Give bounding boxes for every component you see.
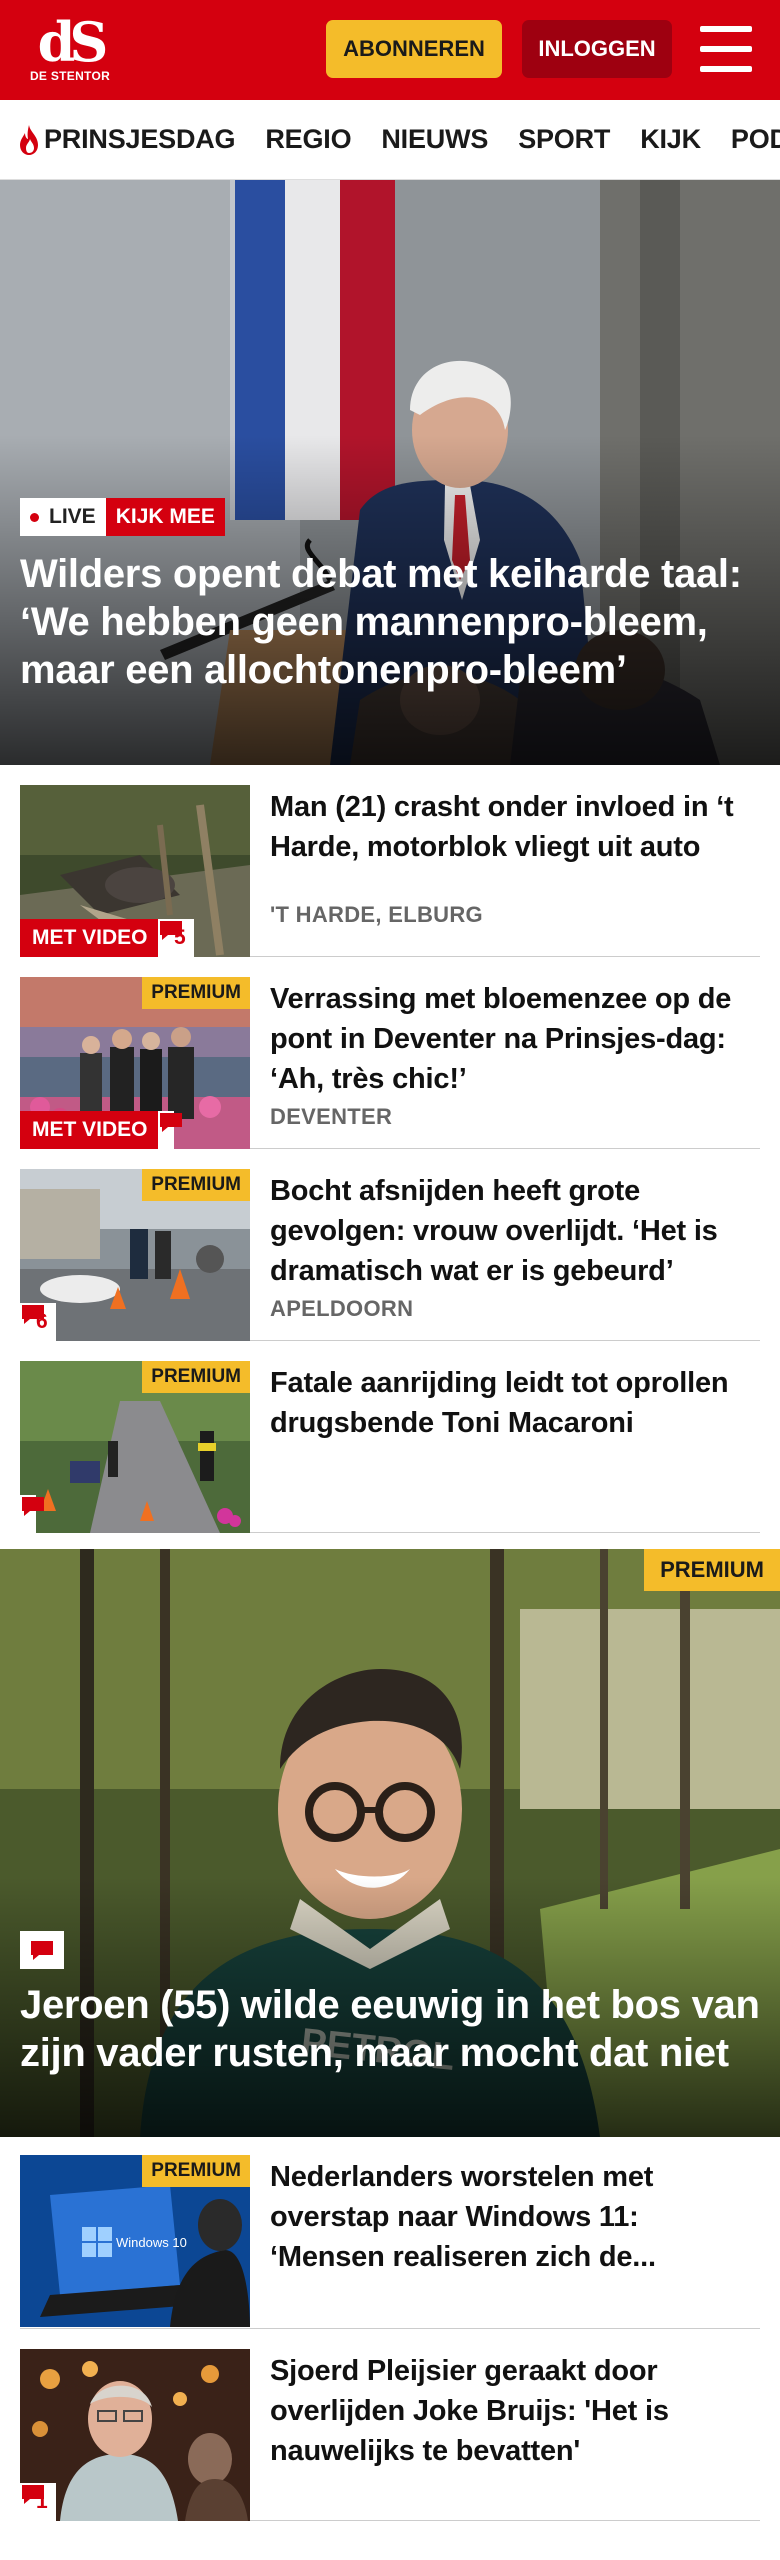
premium-badge: PREMIUM bbox=[142, 1169, 250, 1201]
comment-count-badge[interactable] bbox=[20, 1495, 44, 1533]
video-badge: MET VIDEO bbox=[20, 919, 160, 957]
flame-icon bbox=[20, 124, 38, 155]
nav-item-prinsjesdag[interactable]: PRINSJESDAG bbox=[18, 124, 236, 156]
comment-count-badge[interactable]: 1 bbox=[20, 2483, 56, 2521]
article-title[interactable]: Verrassing met bloemenzee op de pont in … bbox=[270, 979, 760, 1099]
hero-article[interactable]: LIVE KIJK MEE Wilders opent debat met ke… bbox=[0, 180, 780, 765]
premium-badge: PREMIUM bbox=[644, 1549, 780, 1591]
article-title[interactable]: Bocht afsnijden heeft grote gevolgen: vr… bbox=[270, 1171, 760, 1291]
list-item[interactable]: Windows 10 PREMIUM Nederlanders worstele… bbox=[20, 2137, 760, 2329]
feature-article[interactable]: PETROL PREMIUM Jeroen (55) wilde eeuwig … bbox=[0, 1549, 780, 2137]
logo-subtitle: DE STENTOR bbox=[29, 69, 111, 83]
article-title[interactable]: Nederlanders worstelen met overstap naar… bbox=[270, 2157, 760, 2277]
watch-badge[interactable]: KIJK MEE bbox=[105, 498, 225, 536]
list-item[interactable]: PREMIUM MET VIDEO Verrassing met bloemen… bbox=[20, 957, 760, 1149]
nav-label: PRINSJESDAG bbox=[44, 124, 236, 154]
site-header: dS DE STENTOR ABONNEREN INLOGGEN bbox=[0, 0, 780, 100]
list-item[interactable]: MET VIDEO 5 Man (21) crasht onder invloe… bbox=[20, 765, 760, 957]
list-item[interactable]: PREMIUM Fatale aanrijding leidt tot opro… bbox=[20, 1341, 760, 1533]
video-badge: MET VIDEO bbox=[20, 1111, 160, 1149]
site-logo[interactable]: dS DE STENTOR bbox=[28, 10, 112, 83]
article-thumbnail: PREMIUM 6 bbox=[20, 1169, 250, 1341]
article-list-2: Windows 10 PREMIUM Nederlanders worstele… bbox=[0, 2137, 780, 2521]
article-location: 'T HARDE, ELBURG bbox=[270, 902, 483, 927]
comment-icon bbox=[22, 1497, 44, 1516]
comment-count-badge[interactable]: 6 bbox=[20, 1303, 56, 1341]
hero-title[interactable]: Wilders opent debat met keiharde taal: ‘… bbox=[20, 550, 762, 694]
article-title[interactable]: Man (21) crasht onder invloed in ‘t Hard… bbox=[270, 787, 760, 867]
live-badges: LIVE KIJK MEE bbox=[20, 498, 225, 536]
article-thumbnail: PREMIUM bbox=[20, 1361, 250, 1533]
live-badge: LIVE bbox=[20, 498, 106, 536]
premium-badge: PREMIUM bbox=[142, 1361, 250, 1393]
comment-icon bbox=[22, 2485, 44, 2504]
live-dot-icon bbox=[30, 512, 39, 522]
svg-text:Windows 10: Windows 10 bbox=[116, 2235, 187, 2250]
comment-icon bbox=[22, 1305, 44, 1324]
article-thumbnail: MET VIDEO 5 bbox=[20, 785, 250, 957]
menu-icon[interactable] bbox=[700, 26, 752, 72]
article-list: MET VIDEO 5 Man (21) crasht onder invloe… bbox=[0, 765, 780, 1533]
subscribe-button[interactable]: ABONNEREN bbox=[326, 20, 502, 78]
feature-title[interactable]: Jeroen (55) wilde eeuwig in het bos van … bbox=[20, 1981, 762, 2077]
comment-count-badge[interactable] bbox=[20, 1931, 64, 1969]
article-thumbnail: 1 bbox=[20, 2349, 250, 2521]
nav-item-sport[interactable]: SPORT bbox=[518, 124, 610, 155]
article-thumbnail: Windows 10 PREMIUM bbox=[20, 2155, 250, 2327]
list-item[interactable]: PREMIUM 6 Bocht afsnijden heeft grote ge… bbox=[20, 1149, 760, 1341]
logo-mark: dS bbox=[37, 10, 109, 74]
article-title[interactable]: Fatale aanrijding leidt tot oprollen dru… bbox=[270, 1363, 760, 1443]
list-item[interactable]: 1 Sjoerd Pleijsier geraakt door overlijd… bbox=[20, 2329, 760, 2521]
nav-item-podcast[interactable]: PODCA bbox=[731, 124, 780, 155]
comment-icon bbox=[160, 921, 182, 940]
login-button[interactable]: INLOGGEN bbox=[522, 20, 672, 78]
nav-item-nieuws[interactable]: NIEUWS bbox=[381, 124, 488, 155]
premium-badge: PREMIUM bbox=[142, 2155, 250, 2187]
comment-icon bbox=[31, 1941, 53, 1960]
comment-icon bbox=[160, 1113, 182, 1132]
article-location: APELDOORN bbox=[270, 1296, 414, 1321]
article-thumbnail: PREMIUM MET VIDEO bbox=[20, 977, 250, 1149]
premium-badge: PREMIUM bbox=[142, 977, 250, 1009]
article-location: DEVENTER bbox=[270, 1104, 393, 1129]
article-title[interactable]: Sjoerd Pleijsier geraakt door overlijden… bbox=[270, 2351, 760, 2471]
section-nav: PRINSJESDAG REGIO NIEUWS SPORT KIJK PODC… bbox=[0, 100, 780, 180]
nav-item-regio[interactable]: REGIO bbox=[265, 124, 351, 155]
nav-item-kijk[interactable]: KIJK bbox=[640, 124, 701, 155]
comment-count-badge[interactable] bbox=[158, 1111, 182, 1149]
comment-count-badge[interactable]: 5 bbox=[158, 919, 194, 957]
